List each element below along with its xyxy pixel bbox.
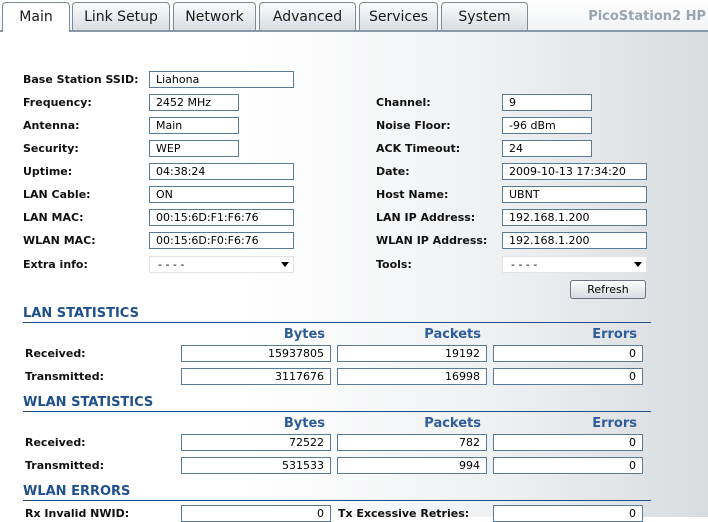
tools-select[interactable]: - - - - bbox=[502, 256, 647, 273]
wlan-ip-field: 192.168.1.200 bbox=[502, 232, 647, 249]
tools-label: Tools: bbox=[376, 258, 412, 271]
tab-network[interactable]: Network bbox=[173, 2, 256, 30]
wlan-received-packets: 782 bbox=[337, 434, 487, 451]
lan-bytes-header: Bytes bbox=[283, 327, 325, 342]
security-label: Security: bbox=[23, 142, 79, 155]
wlan-statistics-divider bbox=[23, 411, 651, 412]
wlan-ip-label: WLAN IP Address: bbox=[376, 234, 488, 247]
lan-cable-field: ON bbox=[149, 186, 294, 203]
extra-info-value: - - - - bbox=[158, 258, 185, 271]
host-name-field: UBNT bbox=[502, 186, 647, 203]
frequency-label: Frequency: bbox=[23, 96, 92, 109]
extra-info-label: Extra info: bbox=[23, 258, 88, 271]
rx-invalid-nwid-label: Rx Invalid NWID: bbox=[25, 507, 130, 520]
lan-received-bytes: 15937805 bbox=[181, 345, 331, 362]
extra-info-select[interactable]: - - - - bbox=[149, 256, 294, 273]
wlan-errors-title: WLAN ERRORS bbox=[23, 484, 131, 499]
tx-excessive-retries-field: 0 bbox=[493, 505, 643, 522]
channel-label: Channel: bbox=[376, 96, 431, 109]
chevron-down-icon bbox=[281, 262, 289, 267]
refresh-button[interactable]: Refresh bbox=[570, 280, 646, 299]
lan-transmitted-packets: 16998 bbox=[337, 368, 487, 385]
wlan-received-errors: 0 bbox=[493, 434, 643, 451]
wlan-received-label: Received: bbox=[25, 436, 86, 449]
host-name-label: Host Name: bbox=[376, 188, 449, 201]
ssid-field: Liahona bbox=[149, 71, 294, 88]
uptime-label: Uptime: bbox=[23, 165, 73, 178]
noise-floor-field: -96 dBm bbox=[502, 117, 592, 134]
tools-value: - - - - bbox=[511, 258, 538, 271]
lan-packets-header: Packets bbox=[424, 327, 481, 342]
wlan-statistics-title: WLAN STATISTICS bbox=[23, 395, 154, 410]
wlan-mac-label: WLAN MAC: bbox=[23, 234, 96, 247]
lan-received-label: Received: bbox=[25, 347, 86, 360]
wlan-packets-header: Packets bbox=[424, 416, 481, 431]
wlan-errors-header: Errors bbox=[592, 416, 637, 431]
ack-timeout-label: ACK Timeout: bbox=[376, 142, 461, 155]
wlan-transmitted-label: Transmitted: bbox=[25, 459, 105, 472]
lan-mac-label: LAN MAC: bbox=[23, 211, 84, 224]
rx-invalid-nwid-field: 0 bbox=[181, 505, 331, 522]
lan-transmitted-bytes: 3117676 bbox=[181, 368, 331, 385]
wlan-bytes-header: Bytes bbox=[283, 416, 325, 431]
wlan-transmitted-packets: 994 bbox=[337, 457, 487, 474]
date-label: Date: bbox=[376, 165, 410, 178]
tab-advanced[interactable]: Advanced bbox=[259, 2, 356, 30]
noise-floor-label: Noise Floor: bbox=[376, 119, 451, 132]
lan-ip-field: 192.168.1.200 bbox=[502, 209, 647, 226]
channel-field: 9 bbox=[502, 94, 592, 111]
lan-statistics-divider bbox=[23, 322, 651, 323]
tab-link-setup[interactable]: Link Setup bbox=[72, 2, 170, 30]
wlan-transmitted-errors: 0 bbox=[493, 457, 643, 474]
device-brand: PicoStation2 HP bbox=[588, 9, 706, 24]
frequency-field: 2452 MHz bbox=[149, 94, 239, 111]
ack-timeout-field: 24 bbox=[502, 140, 592, 157]
lan-ip-label: LAN IP Address: bbox=[376, 211, 476, 224]
lan-received-errors: 0 bbox=[493, 345, 643, 362]
date-field: 2009-10-13 17:34:20 bbox=[502, 163, 647, 180]
lan-cable-label: LAN Cable: bbox=[23, 188, 91, 201]
chevron-down-icon bbox=[634, 262, 642, 267]
ssid-label: Base Station SSID: bbox=[23, 73, 139, 86]
lan-transmitted-label: Transmitted: bbox=[25, 370, 105, 383]
wlan-mac-field: 00:15:6D:F0:F6:76 bbox=[149, 232, 294, 249]
lan-received-packets: 19192 bbox=[337, 345, 487, 362]
tab-bar: Main Link Setup Network Advanced Service… bbox=[0, 0, 708, 32]
lan-transmitted-errors: 0 bbox=[493, 368, 643, 385]
wlan-transmitted-bytes: 531533 bbox=[181, 457, 331, 474]
uptime-field: 04:38:24 bbox=[149, 163, 294, 180]
security-field: WEP bbox=[149, 140, 239, 157]
tab-main[interactable]: Main bbox=[2, 2, 70, 32]
tx-excessive-retries-label: Tx Excessive Retries: bbox=[338, 507, 470, 520]
lan-statistics-title: LAN STATISTICS bbox=[23, 306, 139, 321]
lan-mac-field: 00:15:6D:F1:F6:76 bbox=[149, 209, 294, 226]
tab-services[interactable]: Services bbox=[359, 2, 438, 30]
wlan-received-bytes: 72522 bbox=[181, 434, 331, 451]
tab-system[interactable]: System bbox=[441, 2, 528, 30]
antenna-label: Antenna: bbox=[23, 119, 80, 132]
antenna-field: Main bbox=[149, 117, 239, 134]
wlan-errors-divider bbox=[23, 500, 651, 501]
lan-errors-header: Errors bbox=[592, 327, 637, 342]
